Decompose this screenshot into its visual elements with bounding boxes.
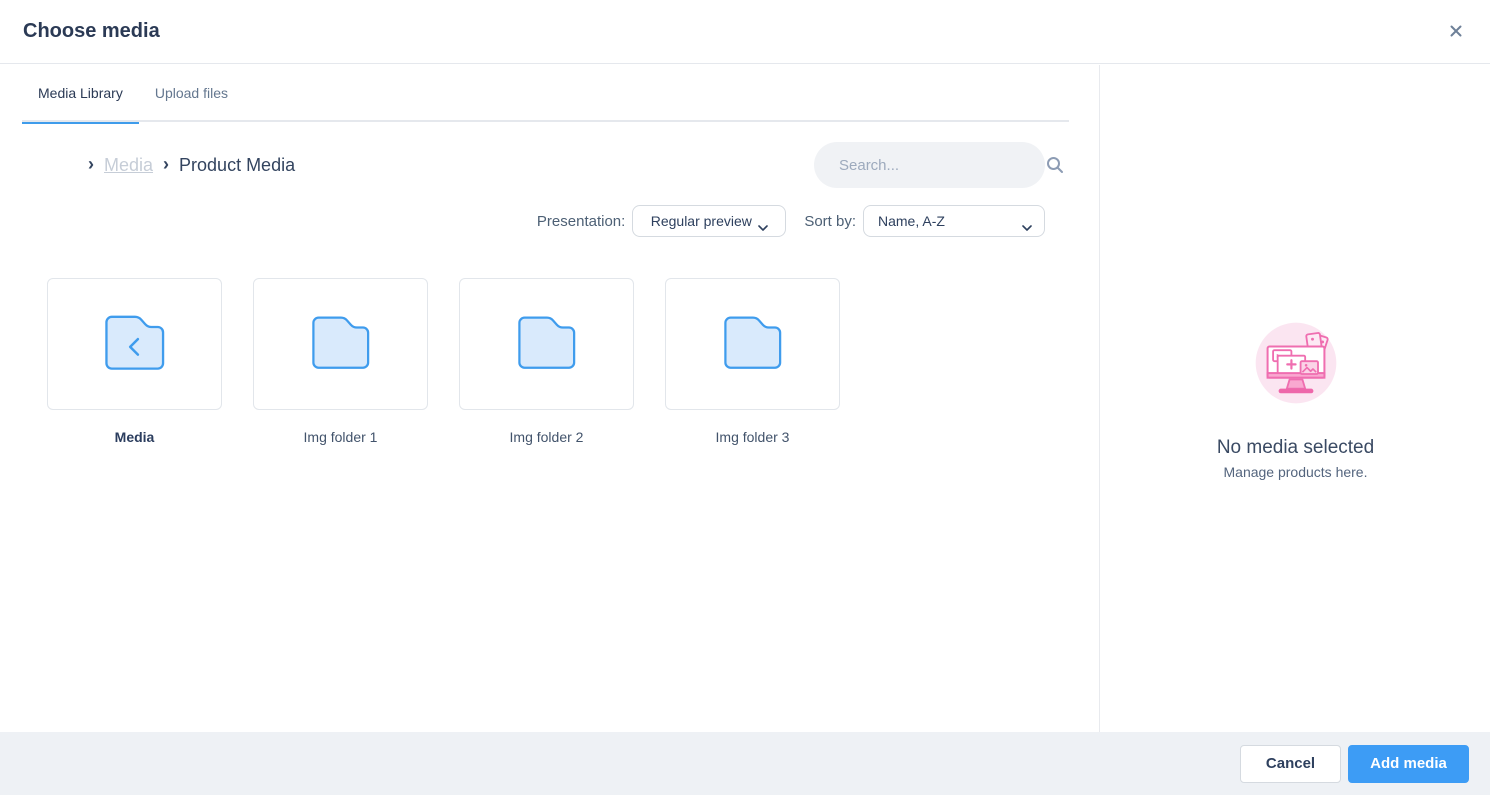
search-box — [814, 142, 1063, 188]
folder-card[interactable] — [459, 278, 634, 410]
folder-grid: Media Img folder 1 Img folder 2 Img fold… — [47, 278, 840, 445]
add-media-button[interactable]: Add media — [1348, 744, 1469, 783]
monitor-media-illustration — [1252, 319, 1340, 407]
view-controls: Presentation: Regular preview Sort by: N… — [537, 205, 1045, 237]
modal-footer: Cancel Add media — [0, 732, 1490, 795]
folder-name: Img folder 2 — [509, 429, 584, 445]
empty-state-subtitle: Manage products here. — [1223, 464, 1368, 480]
chevron-right-icon: › — [88, 153, 94, 174]
breadcrumb-link-media[interactable]: Media — [104, 155, 153, 176]
breadcrumb-current-folder: Product Media — [179, 154, 296, 175]
media-library-pane: Media Library Upload files › Media › Pro… — [0, 65, 1100, 732]
cancel-button[interactable]: Cancel — [1240, 744, 1341, 783]
magnifier-icon — [1046, 156, 1064, 174]
folder-item-img-folder-1[interactable]: Img folder 1 — [253, 278, 428, 445]
presentation-value: Regular preview — [650, 213, 752, 229]
search-input[interactable] — [814, 156, 1046, 174]
close-icon — [1448, 23, 1464, 42]
chevron-right-icon: › — [163, 153, 170, 174]
modal-header: Choose media — [0, 0, 1490, 64]
folder-icon — [515, 313, 579, 376]
empty-state-title: No media selected — [1216, 437, 1375, 458]
folder-name: Img folder 1 — [303, 429, 378, 445]
presentation-label: Presentation: — [536, 212, 626, 230]
folder-icon — [721, 313, 785, 376]
folder-card[interactable] — [665, 278, 840, 410]
folder-name: Img folder 3 — [715, 429, 790, 445]
empty-selection-state: No media selected Manage products here. — [1101, 319, 1490, 480]
selection-sidebar: No media selected Manage products here. — [1101, 65, 1490, 732]
breadcrumb: › Media › Product Media — [88, 142, 295, 188]
sort-by-label: Sort by: — [804, 212, 856, 230]
modal-title: Choose media — [23, 20, 160, 42]
choose-media-modal: Choose media Media Library Upload files … — [0, 0, 1490, 795]
folder-name: Media — [114, 429, 155, 445]
folder-card[interactable] — [47, 278, 222, 410]
tab-bar: Media Library Upload files — [22, 65, 1069, 124]
close-button[interactable] — [1444, 20, 1468, 44]
presentation-select[interactable]: Regular preview — [632, 205, 787, 237]
chevron-down-icon — [758, 218, 768, 231]
folder-item-img-folder-2[interactable]: Img folder 2 — [459, 278, 634, 445]
folder-item-media-back[interactable]: Media — [47, 278, 222, 445]
chevron-down-icon — [1022, 218, 1032, 231]
tab-media-library[interactable]: Media Library — [22, 65, 139, 124]
folder-item-img-folder-3[interactable]: Img folder 3 — [665, 278, 840, 445]
tab-upload-files[interactable]: Upload files — [139, 65, 244, 122]
sort-select[interactable]: Name, A-Z — [863, 205, 1045, 237]
folder-icon — [309, 313, 373, 376]
sort-value: Name, A-Z — [878, 213, 945, 229]
folder-back-icon — [102, 312, 168, 377]
folder-card[interactable] — [253, 278, 428, 410]
